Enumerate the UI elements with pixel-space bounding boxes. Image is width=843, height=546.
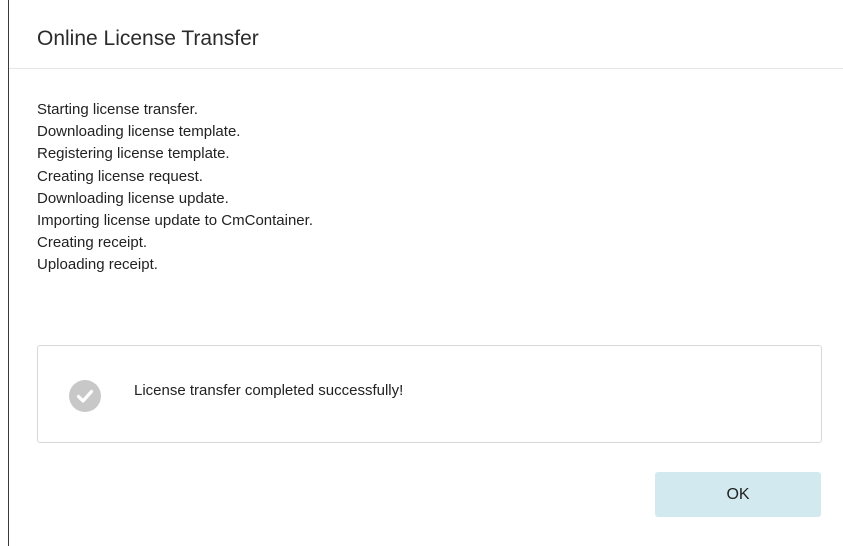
dialog-header: Online License Transfer [9,0,843,69]
log-line: Uploading receipt. [37,256,158,274]
log-line: Downloading license template. [37,123,241,141]
ok-button[interactable]: OK [655,472,821,517]
dialog-title: Online License Transfer [37,27,259,50]
log-line: Importing license update to CmContainer. [37,212,313,230]
log-line: Creating license request. [37,167,203,185]
license-transfer-dialog: Online License Transfer Starting license… [9,0,843,546]
check-circle-icon [69,380,101,412]
status-message: License transfer completed successfully! [134,382,404,399]
log-line: Registering license template. [37,145,230,163]
log-line: Starting license transfer. [37,101,198,118]
log-line: Downloading license update. [37,189,229,207]
progress-log: Starting license transfer. Downloading l… [37,99,313,277]
status-message-box: License transfer completed successfully! [37,345,822,443]
page: Online License Transfer Starting license… [0,0,843,546]
log-line: Creating receipt. [37,234,148,252]
